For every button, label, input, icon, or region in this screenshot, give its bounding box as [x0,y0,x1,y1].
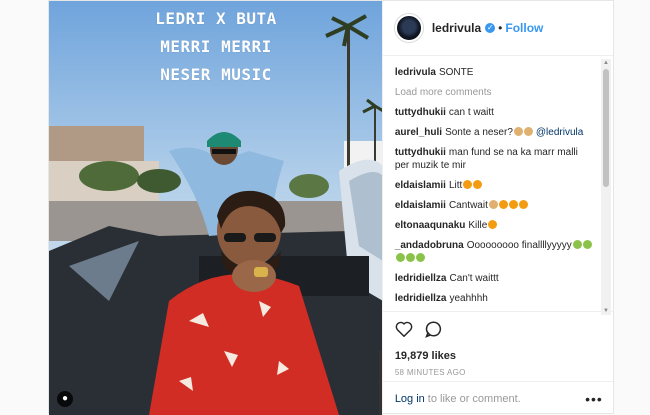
comment-mention[interactable]: @ledrivula [536,127,583,138]
emoji-icon [415,253,425,262]
photo-title-line-2: MERRI MERRI [160,37,272,56]
load-more-comments-button[interactable]: Load more comments [395,86,593,99]
comment-item: aurel_huli Sonte a neser? @ledrivula [395,126,593,139]
photo-scene [49,1,382,415]
comment-username[interactable]: ledridiellza [395,273,447,284]
comment-username[interactable]: eltonaaqunaku [395,220,466,231]
more-options-icon[interactable]: ••• [585,391,603,407]
photo-title-line-1: LEDRI X BUTA [155,9,277,28]
comment-username[interactable]: ledridiellza [395,293,447,304]
post-photo[interactable]: LEDRI X BUTA MERRI MERRI NESER MUSIC ● [49,1,382,415]
comment-icon[interactable] [424,320,443,343]
emoji-icon [523,127,533,136]
login-prompt-text: to like or comment. [427,392,521,405]
comment-username[interactable]: tuttydhukii [395,147,446,158]
comment-text: Litt [448,180,463,191]
comment-text: yeahhhh [449,293,488,304]
verified-badge-icon: ✓ [485,23,496,33]
comment-username[interactable]: eldaislamii [395,200,446,211]
emoji-icon [395,253,405,262]
comment-item: eldaislamii Cantwait [395,199,593,212]
emoji-icon [513,127,523,136]
scroll-down-icon[interactable]: ▼ [603,307,609,315]
scroll-up-icon[interactable]: ▲ [603,59,609,67]
emoji-icon [582,240,592,249]
comment-item: _andadobruna Ooooooooo finallllyyyyy [395,239,593,265]
comment-item: tuttydhukii can t waitt [395,106,593,119]
header-username[interactable]: ledrivula [432,21,481,35]
header-separator: • [498,21,503,35]
post-dialog: LEDRI X BUTA MERRI MERRI NESER MUSIC ● l… [48,0,615,415]
person-icon[interactable]: ● [57,391,73,407]
comment-item: ledridiellza Can't waittt [395,272,593,285]
emoji-icon [508,200,518,209]
comment-item: ledridiellza yeahhhh [395,292,593,305]
comment-username[interactable]: aurel_huli [395,127,442,138]
caption: ledrivula SONTE [395,66,593,79]
comment-username[interactable]: tuttydhukii [395,107,446,118]
comment-text: Ooooooooo finallllyyyyy [466,240,572,251]
comment-username[interactable]: eldaislamii [395,180,446,191]
comment-item: eldaislamii Litt [395,179,593,192]
likes-count[interactable]: 19,879 likes [395,350,601,362]
comment-text: Kille [468,220,488,231]
emoji-icon [572,240,582,249]
caption-text: SONTE [438,67,474,78]
emoji-icon [498,200,508,209]
scrollbar-thumb[interactable] [603,69,609,187]
comments-scrollbar[interactable]: ▲ ▼ [601,59,611,315]
emoji-icon [488,220,498,229]
post-header: ledrivula ✓ • Follow [382,1,613,56]
avatar[interactable] [394,14,423,42]
emoji-icon [405,253,415,262]
caption-username[interactable]: ledrivula [395,67,436,78]
emoji-icon [488,200,498,209]
follow-button[interactable]: Follow [505,21,543,35]
comment-text: Sonte a neser? [445,127,513,138]
comment-username[interactable]: _andadobruna [395,240,464,251]
heart-icon[interactable] [395,321,413,342]
comment-item: eltonaaqunaku Kille [395,219,593,232]
photo-title-line-3: NESER MUSIC [160,65,272,84]
emoji-icon [518,200,528,209]
comment-item: tuttydhukii man fund se na ka marr malli … [395,146,593,172]
comment-text: can t waitt [448,107,494,118]
post-timestamp: 58 MINUTES AGO [394,368,466,377]
post-sidebar: ledrivula ✓ • Follow ledrivula SONTE Load… [381,1,615,415]
comment-text: Can't waittt [449,273,499,284]
login-prompt: Log in to like or comment. ••• [382,381,615,415]
emoji-icon [463,180,473,189]
comment-text: Cantwait [448,200,488,211]
login-link[interactable]: Log in [395,393,425,405]
emoji-icon [473,180,483,189]
comments-list[interactable]: ledrivula SONTE Load more comments tuttyd… [383,56,613,311]
